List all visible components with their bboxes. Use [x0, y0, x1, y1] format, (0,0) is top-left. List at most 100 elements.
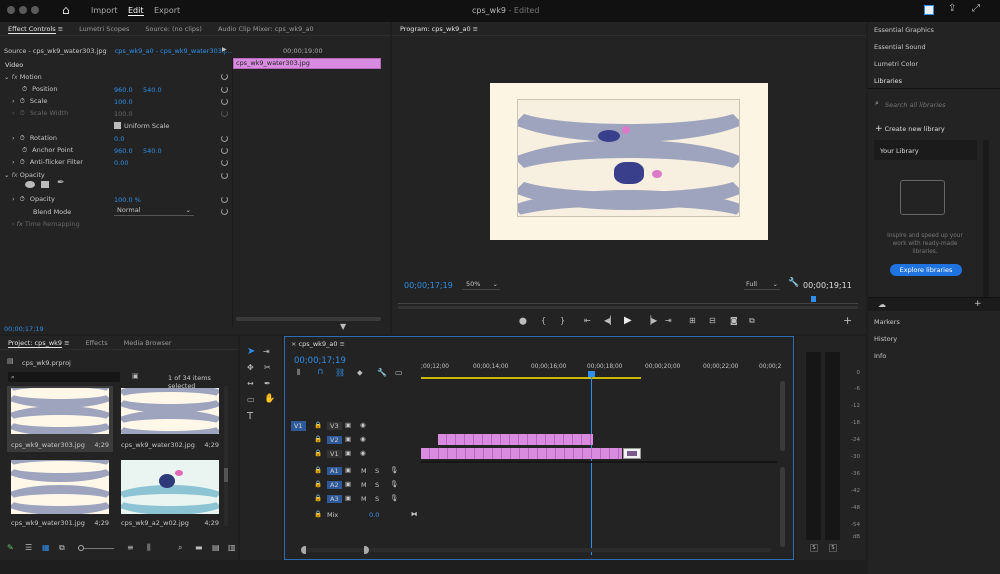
step-forward-icon[interactable]: ▕▶ [645, 317, 657, 325]
playhead[interactable] [588, 371, 595, 555]
info-item[interactable]: Info [874, 352, 886, 360]
step-back-icon[interactable]: ◀▏ [604, 317, 616, 325]
tab-project[interactable]: Project: cps_wk9 ≡ [0, 336, 78, 350]
tab-program[interactable]: Program: cps_wk9_a0 ≡ [392, 22, 486, 36]
nav-edit[interactable]: Edit [128, 6, 144, 16]
freeform-view-icon[interactable]: ⧉ [59, 544, 65, 552]
program-scrollbar[interactable] [398, 306, 858, 309]
tab-effect-controls[interactable]: Effect Controls ≡ [0, 22, 71, 36]
program-timecode[interactable]: 00;00;17;19 [404, 281, 453, 290]
thumbnail-size-slider[interactable] [78, 545, 114, 551]
pen-tool-icon[interactable]: ✒ [264, 380, 271, 388]
nest-icon[interactable]: ⫴ [297, 369, 300, 377]
lock-icon[interactable]: 🔒 [314, 449, 322, 457]
sync-lock-icon[interactable]: ▣ [345, 421, 351, 429]
anchor-reset-icon[interactable] [221, 147, 228, 154]
add-button-icon[interactable]: + [843, 315, 852, 326]
v1-clip-group[interactable] [421, 448, 622, 459]
timeline-hscroll[interactable] [301, 546, 771, 554]
track-v3-label[interactable]: V3 [327, 422, 342, 430]
markers-item[interactable]: Markers [874, 318, 900, 326]
scale-value[interactable]: 100.0 [114, 98, 133, 106]
solo-button[interactable]: S [375, 481, 379, 489]
mark-in-icon[interactable]: { [541, 317, 546, 325]
linked-selection-icon[interactable]: ⛓ [335, 369, 345, 377]
project-item[interactable]: cps_wk9_water303.jpg 4;29 [7, 386, 113, 452]
scale-reset-icon[interactable] [221, 98, 228, 105]
work-area-bar[interactable] [421, 377, 641, 379]
project-scrollbar[interactable] [224, 386, 228, 526]
position-x-value[interactable]: 960.0 [114, 86, 133, 94]
slip-tool-icon[interactable]: ↔ [247, 380, 254, 388]
zoom-window-button[interactable] [31, 6, 39, 14]
mix-value[interactable]: 0.0 [369, 511, 379, 519]
ripple-edit-icon[interactable]: ✥ [247, 364, 254, 372]
mic-icon[interactable]: 🎙 [390, 466, 398, 474]
libraries-item[interactable]: Libraries [874, 77, 902, 85]
project-item[interactable]: cps_wk9_water302.jpg 4;29 [117, 386, 223, 452]
tab-audio-mixer[interactable]: Audio Clip Mixer: cps_wk9_a0 [210, 22, 322, 36]
eye-icon[interactable]: ◉ [360, 435, 366, 443]
lock-icon[interactable]: 🔒 [314, 510, 322, 518]
solo-button[interactable]: S [375, 495, 379, 503]
new-bin-icon[interactable]: ▬ [195, 544, 203, 552]
timeline-vscroll-audio[interactable] [780, 467, 785, 547]
anchor-y-value[interactable]: 540.0 [143, 147, 162, 155]
share-icon[interactable]: ⇪ [948, 4, 956, 14]
sync-lock-icon[interactable]: ▣ [345, 480, 351, 488]
uniform-scale-checkbox[interactable] [114, 122, 121, 129]
track-v1-label[interactable]: V1 [327, 450, 342, 458]
close-tab-icon[interactable]: × [291, 340, 296, 348]
motion-row[interactable]: ⌄ fx Motion [4, 71, 42, 83]
compare-icon[interactable]: ⧉ [749, 317, 755, 325]
lock-icon[interactable]: 🔒 [314, 480, 322, 488]
sync-lock-icon[interactable]: ▣ [345, 466, 351, 474]
effect-timecode[interactable]: 00;00;17;19 [4, 325, 44, 333]
add-marker-icon[interactable]: ⬥ [357, 369, 363, 377]
opacity-value-reset-icon[interactable] [221, 196, 228, 203]
project-item[interactable]: cps_wk9_a2_w02.jpg 4;29 [117, 460, 223, 527]
sync-lock-icon[interactable]: ▣ [345, 494, 351, 502]
minimize-window-button[interactable] [19, 6, 27, 14]
home-icon[interactable]: ⌂ [62, 4, 70, 16]
rect-mask-icon[interactable] [41, 181, 49, 188]
v2-clip-group[interactable] [438, 434, 593, 445]
tab-source[interactable]: Source: (no clips) [137, 22, 210, 36]
lock-icon[interactable]: 🔒 [314, 494, 322, 502]
project-item[interactable]: cps_wk9_water301.jpg 4;29 [7, 460, 113, 527]
mute-button[interactable]: M [361, 481, 367, 489]
filter-icon[interactable]: ▼ [340, 323, 346, 331]
time-ruler[interactable]: ;00;12;00 00;00;14;00 00;00;16;00 00;00;… [421, 359, 781, 381]
rectangle-tool-icon[interactable]: ▭ [247, 396, 255, 404]
overwrite-icon[interactable]: ⊟ [709, 317, 716, 325]
pen-mask-icon[interactable]: ✒ [57, 179, 65, 188]
tab-media-browser[interactable]: Media Browser [116, 336, 180, 350]
track-a3-label[interactable]: A3 [327, 495, 342, 503]
wrench-icon[interactable]: 🔧 [788, 279, 799, 288]
opacity-row[interactable]: ⌄ fx Opacity [4, 169, 45, 181]
type-tool-icon[interactable]: T [247, 412, 253, 422]
timeline-vscroll[interactable] [780, 381, 785, 451]
razor-tool-icon[interactable]: ✂ [264, 364, 271, 372]
nav-export[interactable]: Export [154, 6, 180, 15]
sync-lock-icon[interactable]: ▣ [345, 449, 351, 457]
quality-select[interactable]: Full ⌄ [744, 280, 780, 290]
new-item-icon[interactable]: ▤ [212, 544, 220, 552]
effect-scrollbar[interactable] [236, 317, 381, 321]
track-a1-label[interactable]: A1 [327, 467, 342, 475]
tab-effects[interactable]: Effects [78, 336, 116, 350]
snap-icon[interactable]: ∩ [317, 368, 324, 377]
mix-icon[interactable]: ⧓ [411, 510, 418, 518]
lock-icon[interactable]: 🔒 [314, 435, 322, 443]
essential-sound-item[interactable]: Essential Sound [874, 43, 926, 51]
play-icon[interactable]: ▶ [624, 316, 632, 326]
scrubber-playhead[interactable] [811, 296, 816, 302]
opacity-reset-icon[interactable] [221, 172, 228, 179]
insert-icon[interactable]: ⊞ [689, 317, 696, 325]
expand-scale-icon[interactable]: › [12, 97, 15, 105]
solo-left-button[interactable]: S [810, 544, 818, 552]
library-scrollbar[interactable] [983, 140, 989, 308]
flicker-reset-icon[interactable] [221, 159, 228, 166]
stopwatch-icon[interactable]: ⏱ [22, 85, 27, 93]
lumetri-color-item[interactable]: Lumetri Color [874, 60, 918, 68]
